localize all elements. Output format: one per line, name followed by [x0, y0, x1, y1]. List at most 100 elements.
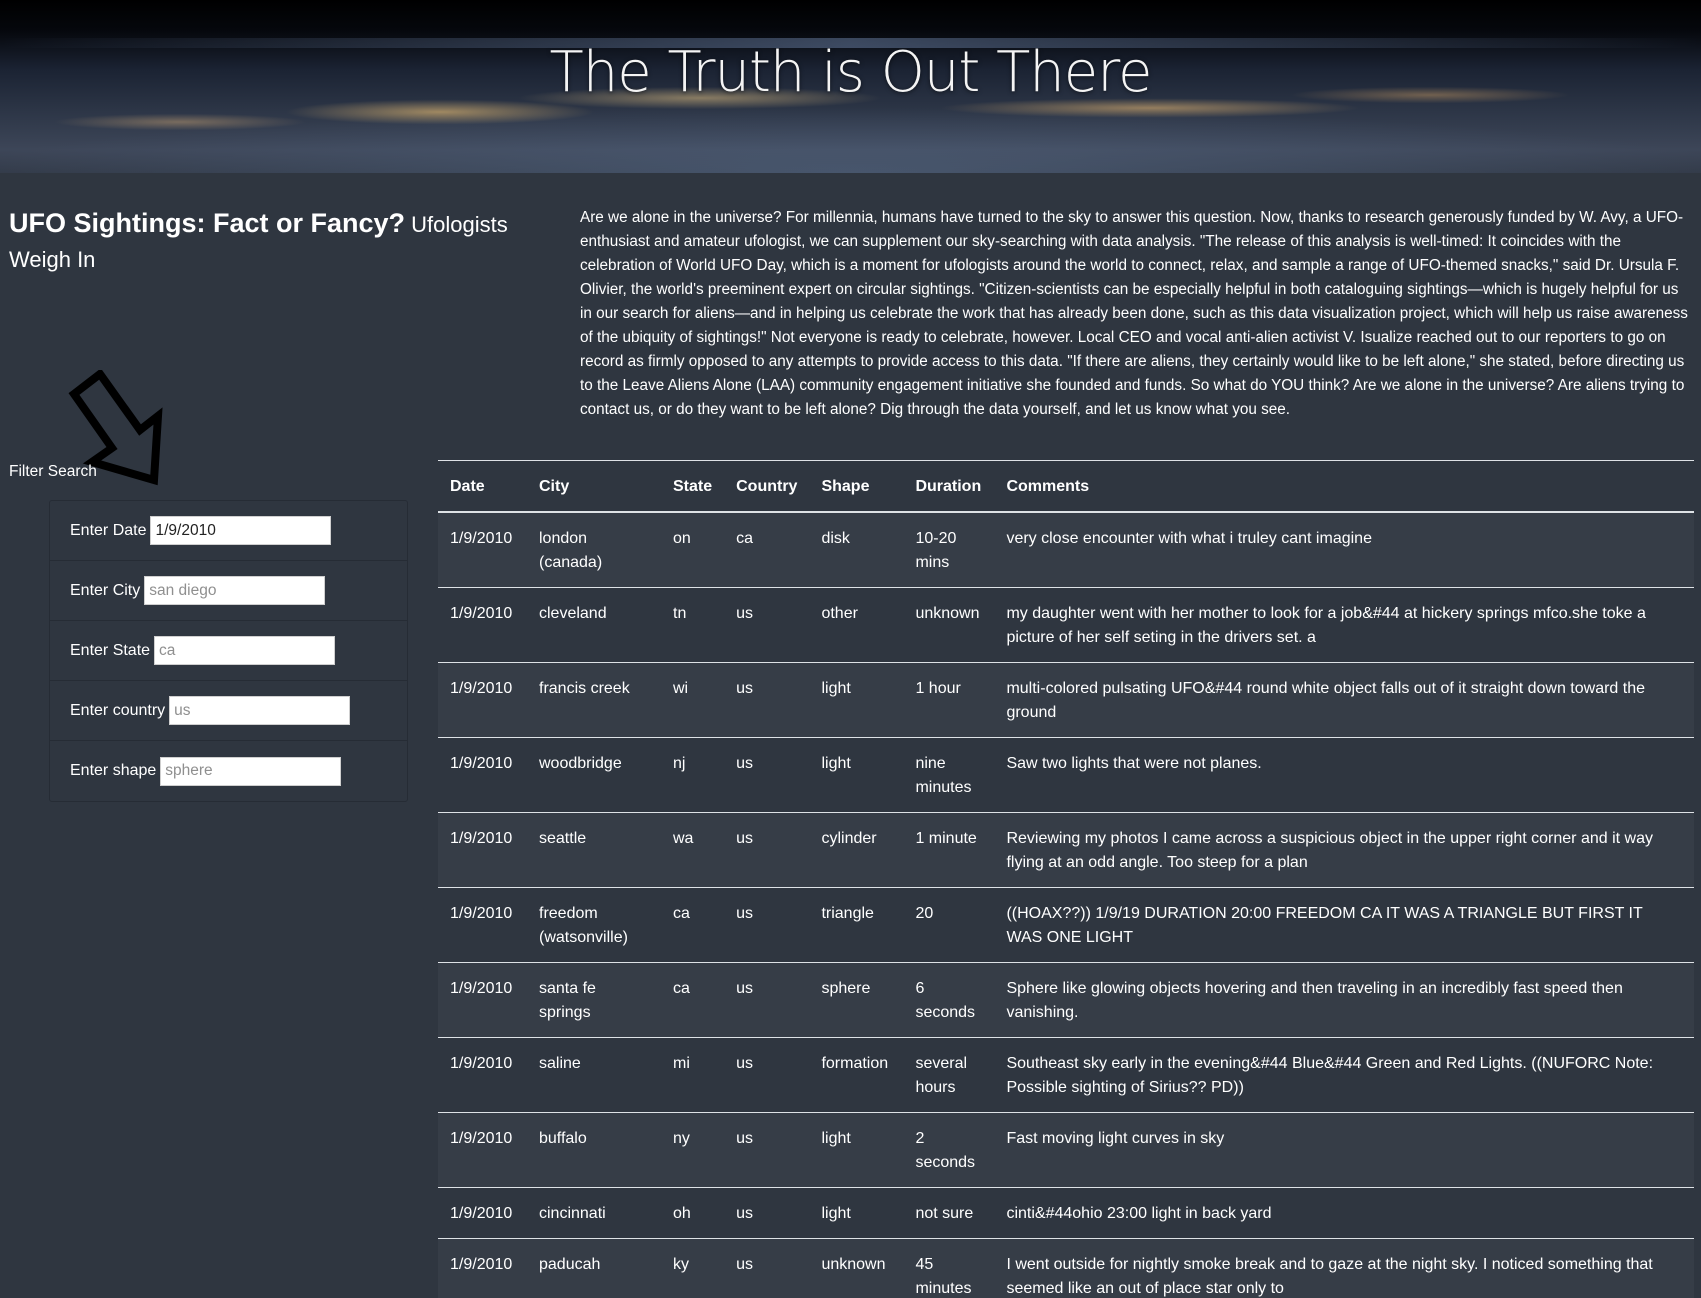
table-row: 1/9/2010 saline mi us formation several hours…	[438, 1037, 1694, 1113]
cell-city: santa fe springs	[527, 962, 661, 1038]
shape-label: Enter shape	[70, 762, 157, 779]
cell-state: tn	[661, 587, 725, 663]
sightings-table-container: Date City State Country Shape Duration C…	[438, 460, 1694, 1298]
cell-shape: sphere	[809, 962, 904, 1038]
cell-date: 1/9/2010	[438, 887, 527, 963]
cell-comments: multi-colored pulsating UFO&#44 round wh…	[994, 662, 1694, 738]
cell-state: wa	[661, 812, 725, 888]
column-header-comments: Comments	[994, 460, 1694, 513]
table-row: 1/9/2010 seattle wa us cylinder 1 minute Revie…	[438, 812, 1694, 888]
table-header-row: Date City State Country Shape Duration C…	[438, 460, 1694, 513]
cell-shape: light	[809, 737, 904, 813]
cell-date: 1/9/2010	[438, 962, 527, 1038]
column-header-state: State	[661, 460, 725, 513]
cell-comments: my daughter went with her mother to look…	[994, 587, 1694, 663]
cell-comments: I went outside for nightly smoke break a…	[994, 1238, 1694, 1298]
cell-city: buffalo	[527, 1112, 661, 1188]
cell-duration: 10-20 mins	[903, 511, 995, 588]
cell-city: saline	[527, 1037, 661, 1113]
filter-panel: Enter Date Enter City Enter State Enter …	[49, 500, 408, 802]
cell-state: mi	[661, 1037, 725, 1113]
cell-date: 1/9/2010	[438, 1187, 527, 1239]
cell-city: cleveland	[527, 587, 661, 663]
cell-duration: not sure	[903, 1187, 995, 1239]
page-title: The Truth is Out There	[549, 40, 1153, 105]
cell-country: us	[724, 962, 810, 1038]
hero-banner: The Truth is Out There	[0, 0, 1701, 173]
cell-city: london (canada)	[527, 511, 661, 588]
filter-row-shape: Enter shape	[50, 741, 407, 801]
table-row: 1/9/2010 buffalo ny us light 2 seconds Fast mo…	[438, 1112, 1694, 1188]
cell-state: wi	[661, 662, 725, 738]
filter-row-state: Enter State	[50, 621, 407, 681]
cell-state: ky	[661, 1238, 725, 1298]
cell-country: us	[724, 1112, 810, 1188]
cell-country: ca	[724, 511, 810, 588]
filter-row-date: Enter Date	[50, 501, 407, 561]
cell-country: us	[724, 887, 810, 963]
cell-state: ca	[661, 887, 725, 963]
table-row: 1/9/2010 woodbridge nj us light nine minutes S…	[438, 737, 1694, 813]
cell-comments: Sphere like glowing objects hovering and…	[994, 962, 1694, 1038]
cell-comments: Reviewing my photos I came across a susp…	[994, 812, 1694, 888]
cell-date: 1/9/2010	[438, 1238, 527, 1298]
cell-date: 1/9/2010	[438, 1112, 527, 1188]
table-row: 1/9/2010 freedom (watsonville) ca us triangl…	[438, 887, 1694, 963]
intro-paragraph: Are we alone in the universe? For millen…	[580, 209, 1688, 418]
cell-city: francis creek	[527, 662, 661, 738]
cell-state: ca	[661, 962, 725, 1038]
cell-shape: light	[809, 1187, 904, 1239]
cell-date: 1/9/2010	[438, 662, 527, 738]
cell-country: us	[724, 737, 810, 813]
filter-row-city: Enter City	[50, 561, 407, 621]
cell-city: woodbridge	[527, 737, 661, 813]
cell-state: on	[661, 511, 725, 588]
cell-state: nj	[661, 737, 725, 813]
cell-comments: Southeast sky early in the evening&#44 B…	[994, 1037, 1694, 1113]
cell-shape: cylinder	[809, 812, 904, 888]
cell-city: paducah	[527, 1238, 661, 1298]
table-row: 1/9/2010 santa fe springs ca us sphere 6 seco…	[438, 962, 1694, 1038]
cell-state: ny	[661, 1112, 725, 1188]
country-input[interactable]	[169, 696, 351, 725]
cell-comments: ((HOAX??)) 1/9/19 DURATION 20:00 FREEDOM…	[994, 887, 1694, 963]
cell-duration: nine minutes	[903, 737, 995, 813]
cell-city: seattle	[527, 812, 661, 888]
cell-state: oh	[661, 1187, 725, 1239]
cell-shape: formation	[809, 1037, 904, 1113]
cell-date: 1/9/2010	[438, 511, 527, 588]
cell-duration: 1 minute	[903, 812, 995, 888]
cell-duration: 45 minutes	[903, 1238, 995, 1298]
table-row: 1/9/2010 paducah ky us unknown 45 minutes I we…	[438, 1238, 1694, 1298]
state-input[interactable]	[154, 636, 336, 665]
column-header-shape: Shape	[809, 460, 904, 513]
cell-country: us	[724, 812, 810, 888]
cell-duration: 6 seconds	[903, 962, 995, 1038]
cell-country: us	[724, 662, 810, 738]
cell-duration: several hours	[903, 1037, 995, 1113]
date-input[interactable]	[150, 516, 332, 545]
cell-country: us	[724, 1037, 810, 1113]
column-header-duration: Duration	[903, 460, 995, 513]
state-label: Enter State	[70, 641, 151, 659]
cell-duration: 2 seconds	[903, 1112, 995, 1188]
cell-city: freedom (watsonville)	[527, 887, 661, 963]
cell-country: us	[724, 1187, 810, 1239]
cell-comments: very close encounter with what i truley …	[994, 511, 1694, 588]
cell-duration: unknown	[903, 587, 995, 663]
table-row: 1/9/2010 cincinnati oh us light not sure cinti…	[438, 1187, 1694, 1239]
cell-comments: Saw two lights that were not planes.	[994, 737, 1694, 813]
shape-input[interactable]	[160, 756, 342, 786]
table-body: 1/9/2010 london (canada) on ca disk 10-20 min…	[438, 511, 1694, 1298]
article-headline: UFO Sightings: Fact or Fancy? Ufologists…	[9, 206, 509, 277]
cell-duration: 1 hour	[903, 662, 995, 738]
cell-shape: light	[809, 662, 904, 738]
cell-country: us	[724, 587, 810, 663]
city-input[interactable]	[144, 576, 326, 605]
cell-date: 1/9/2010	[438, 587, 527, 663]
headline-main: UFO Sightings: Fact or Fancy?	[9, 208, 406, 238]
cell-duration: 20	[903, 887, 995, 963]
cell-comments: Fast moving light curves in sky	[994, 1112, 1694, 1188]
cell-shape: triangle	[809, 887, 904, 963]
column-header-country: Country	[724, 460, 810, 513]
